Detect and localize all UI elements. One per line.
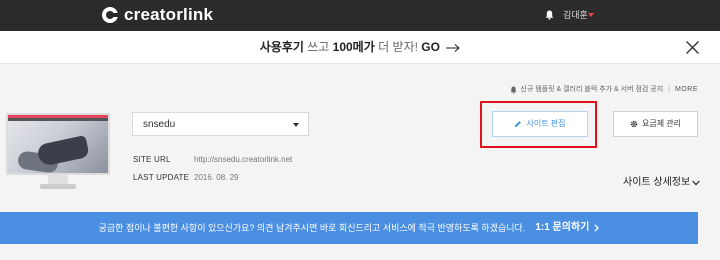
promo-banner: 사용후기 쓰고 100메가 더 받자! GO: [0, 31, 720, 64]
inquiry-link-label: 1:1 문의하기: [535, 222, 590, 233]
inquiry-link[interactable]: 1:1 문의하기: [535, 222, 600, 234]
site-url-label: SITE URL: [133, 155, 171, 164]
gear-icon: [630, 120, 638, 128]
chevron-down-icon: [692, 180, 700, 186]
notice-more-link[interactable]: MORE: [675, 85, 698, 94]
last-update-label: LAST UPDATE: [133, 173, 190, 182]
site-detail-toggle[interactable]: 사이트 상세정보: [623, 177, 700, 189]
promo-text-part: 더: [378, 40, 390, 54]
notice-line: 신규 템플릿 & 갤러리 블럭 추가 & 서버 점검 공지 | MORE: [510, 85, 698, 94]
user-menu-caret-icon[interactable]: [588, 13, 594, 17]
site-url-value[interactable]: http://snsedu.creatorlink.net: [194, 155, 292, 165]
brand-name: creatorlink: [124, 5, 214, 24]
feedback-text: 궁금한 점이나 불편한 사항이 있으신가요? 의견 남겨주시면 바로 회신드리고…: [98, 222, 526, 233]
brand-logo[interactable]: creatorlink: [102, 5, 214, 24]
last-update-value: 2016. 08. 29: [194, 173, 239, 182]
monitor-base: [40, 184, 76, 189]
creatorlink-logo-icon: [102, 7, 119, 23]
divider: |: [668, 86, 670, 93]
monitor-screen: [6, 113, 110, 175]
close-icon[interactable]: [686, 41, 699, 54]
site-thumbnail[interactable]: [6, 113, 110, 190]
promo-text[interactable]: 사용후기 쓰고 100메가 더 받자! GO: [0, 40, 720, 54]
notice-text[interactable]: 신규 템플릿 & 갤러리 블럭 추가 & 서버 점검 공지: [520, 85, 663, 94]
highlight-box: [480, 101, 597, 148]
promo-text-part: 100메가: [332, 40, 375, 54]
top-navigation-bar: creatorlink 김대훈: [0, 0, 720, 31]
chevron-down-icon: [293, 123, 299, 127]
feedback-banner: 궁금한 점이나 불편한 사항이 있으신가요? 의견 남겨주시면 바로 회신드리고…: [0, 212, 698, 244]
thumbnail-header-bar: [8, 118, 108, 121]
chevron-right-icon: [594, 224, 600, 232]
promo-text-part: 쓰고: [307, 40, 330, 54]
user-name[interactable]: 김대훈: [563, 10, 588, 21]
plan-management-button[interactable]: 요금제 관리: [613, 111, 698, 137]
promo-text-part: 받자!: [392, 40, 418, 54]
plan-management-button-label: 요금제 관리: [641, 119, 682, 128]
site-detail-label: 사이트 상세정보: [623, 177, 691, 188]
arrow-right-icon: [446, 43, 461, 52]
site-selector-value: snsedu: [143, 119, 176, 130]
thumbnail-image-shape: [36, 135, 90, 167]
promo-text-part: GO: [421, 40, 440, 54]
notification-bell-icon[interactable]: [545, 10, 554, 20]
site-selector[interactable]: snsedu: [132, 112, 309, 136]
promo-text-part: 사용후기: [259, 40, 304, 54]
notice-bell-icon: [510, 86, 517, 94]
